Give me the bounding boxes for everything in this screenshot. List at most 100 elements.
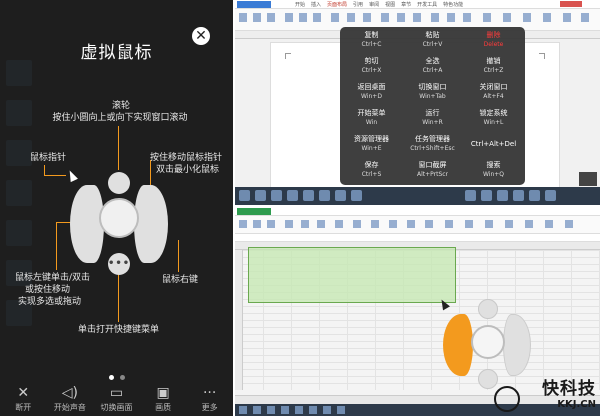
close-icon[interactable]: ✕ [192, 27, 210, 45]
mini-center-circle[interactable] [471, 325, 505, 359]
right-button-desc: 鼠标右键 [162, 275, 199, 285]
watermark-main: 快科技 [542, 379, 596, 399]
bottom-bar-label: 切换画面 [100, 403, 133, 412]
ribbon-tab[interactable]: 章节 [401, 1, 411, 8]
shortcut-key: Ctrl+V [422, 41, 443, 48]
shortcut-label: 任务管理器 [415, 135, 450, 143]
right-button-wing[interactable] [134, 185, 168, 263]
login-badge[interactable] [560, 1, 582, 7]
bottom-bar-label: 断开 [15, 403, 32, 412]
bottom-bar-label: 画质 [155, 403, 172, 412]
shortcut-item[interactable]: 运行 Win+R [402, 106, 463, 132]
shortcut-label: 资源管理器 [354, 135, 389, 143]
shortcut-item[interactable]: 全选 Ctrl+A [402, 54, 463, 80]
quality-button[interactable]: ▣ 画质 [142, 384, 184, 413]
shortcut-item[interactable]: 粘贴 Ctrl+V [402, 28, 463, 54]
shortcut-item[interactable]: 锁定系统 Win+L [463, 106, 524, 132]
left-button-desc-1: 鼠标左键单击/双击 [15, 273, 91, 283]
shortcut-key: Win+Q [482, 171, 505, 178]
wps-logo[interactable] [237, 1, 271, 8]
margin-mark [285, 53, 291, 59]
sound-button[interactable]: ◁) 开始声音 [49, 384, 91, 413]
shortcut-item[interactable]: Ctrl+Alt+Del [463, 132, 524, 158]
ribbon-tab[interactable]: 审阅 [369, 1, 379, 8]
scroll-wheel-circle[interactable] [108, 172, 130, 194]
ribbon-tab[interactable]: 特色功能 [443, 1, 463, 8]
shortcut-label: 窗口截屏 [418, 161, 447, 169]
cell-selection [248, 247, 456, 303]
shortcut-key: Alt+PrtScr [416, 171, 449, 178]
drag-desc: 双击最小化鼠标 [156, 165, 220, 175]
wps-spreadsheet-logo[interactable] [237, 208, 271, 215]
shortcut-item[interactable]: 任务管理器 Ctrl+Shift+Esc [402, 132, 463, 158]
shortcut-item[interactable]: 复制 Ctrl+C [341, 28, 402, 54]
shortcut-label: 切换窗口 [418, 83, 447, 91]
bottom-toolbar: ✕ 断开 ◁) 开始声音 ▭ 切换画面 ▣ 画质 ··· 更多 [0, 380, 233, 416]
ribbon-tab[interactable]: 视图 [385, 1, 395, 8]
shortcut-item[interactable]: 开始菜单 Win [341, 106, 402, 132]
menu-leader-line [118, 274, 119, 322]
close-icon: ✕ [17, 385, 30, 401]
shortcut-label: 保存 [364, 161, 379, 169]
switch-screen-button[interactable]: ▭ 切换画面 [95, 384, 137, 413]
shortcut-key: Win+Tab [419, 93, 446, 100]
ribbon-tab[interactable]: 开发工具 [417, 1, 437, 8]
left-button-leader-line [56, 222, 57, 270]
shortcut-key: Alt+F4 [483, 93, 504, 100]
formula-bar[interactable] [235, 234, 600, 242]
shortcut-item[interactable]: 搜索 Win+Q [463, 158, 524, 184]
shortcut-item[interactable]: 保存 Ctrl+S [341, 158, 402, 184]
mini-scroll-circle[interactable] [478, 299, 498, 319]
ribbon-tab[interactable]: 插入 [311, 1, 321, 8]
drag-title: 按住移动鼠标指针 [150, 153, 223, 163]
excel-window-screenshot: Sheet1Sheet2Sheet3 快科技 KKJ.CN [235, 207, 600, 416]
ribbon-tab[interactable]: 开始 [295, 1, 305, 8]
shortcut-label: 删除 [486, 31, 501, 39]
shortcut-label: 复制 [364, 31, 379, 39]
shortcut-key: Ctrl+A [422, 67, 443, 74]
shortcut-label: 开始菜单 [357, 109, 386, 117]
shortcut-key: Ctrl+C [361, 41, 382, 48]
shortcut-item[interactable]: 删除 Delete [463, 28, 524, 54]
ribbon-tab[interactable]: 引用 [353, 1, 363, 8]
windows-taskbar [235, 187, 600, 205]
shortcut-item[interactable]: 撤销 Ctrl+Z [463, 54, 524, 80]
system-tray-icon[interactable] [579, 172, 597, 186]
row-headers [235, 250, 243, 390]
shortcut-label: Ctrl+Alt+Del [470, 140, 517, 148]
shortcut-item[interactable]: 关闭窗口 Alt+F4 [463, 80, 524, 106]
bottom-bar-label: 更多 [201, 403, 218, 412]
word-window-screenshot: 开始 插入 页面布局 引用 审阅 视图 章节 开发工具 特色功能 复制 Ctrl+C 粘贴 Ctrl+… [235, 0, 600, 205]
watermark-sub: KKJ.CN [557, 399, 596, 410]
shortcut-label: 运行 [425, 109, 440, 117]
pointer-leader-line [44, 165, 45, 175]
shortcut-item[interactable]: 资源管理器 Win+E [341, 132, 402, 158]
scroll-leader-line [118, 126, 119, 170]
shortcut-item[interactable]: 剪切 Ctrl+X [341, 54, 402, 80]
shortcut-key: Ctrl+X [361, 67, 382, 74]
left-button-wing[interactable] [70, 185, 104, 263]
shortcut-item[interactable]: 窗口截屏 Alt+PrtScr [402, 158, 463, 184]
shortcut-label: 锁定系统 [479, 109, 508, 117]
excel-ribbon [235, 216, 600, 234]
shortcut-label: 撤销 [486, 57, 501, 65]
shortcut-label: 全选 [425, 57, 440, 65]
shortcut-item[interactable]: 切换窗口 Win+Tab [402, 80, 463, 106]
speaker-icon: ◁) [61, 385, 78, 401]
shortcut-key: Ctrl+Z [483, 67, 504, 74]
disconnect-button[interactable]: ✕ 断开 [2, 384, 44, 413]
shortcut-key-menu: 复制 Ctrl+C 粘贴 Ctrl+V 删除 Delete 剪切 Ctrl+X 全选 Ctrl+A… [340, 27, 525, 185]
pointer-leader-line-h [44, 175, 66, 176]
mini-menu-circle[interactable] [478, 369, 498, 389]
bottom-bar-label: 开始声音 [53, 403, 86, 412]
left-button-desc-3: 实现多选或拖动 [18, 297, 82, 307]
shortcut-label: 返回桌面 [357, 83, 386, 91]
more-button[interactable]: ··· 更多 [189, 384, 231, 413]
shortcut-item[interactable]: 返回桌面 Win+D [341, 80, 402, 106]
ribbon-tab[interactable]: 页面布局 [327, 1, 347, 8]
image-icon: ▣ [156, 385, 170, 401]
mini-left-button-active[interactable] [443, 314, 473, 376]
kkj-logo-mark [494, 386, 520, 412]
menu-hint: 单击打开快捷键菜单 [78, 325, 160, 335]
drag-center-circle[interactable] [99, 198, 139, 238]
